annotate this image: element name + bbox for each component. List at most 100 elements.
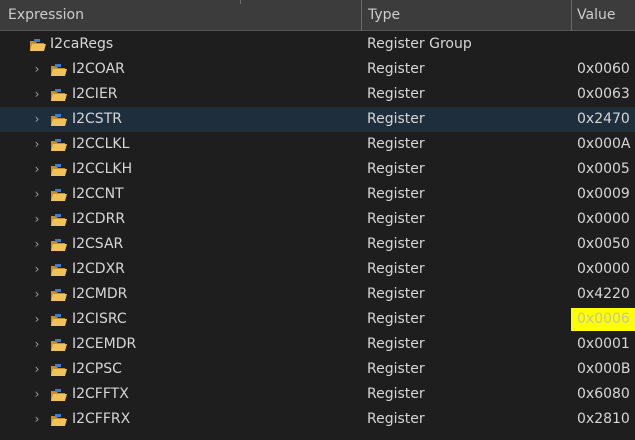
value-column-header[interactable]: Value <box>571 0 635 31</box>
group-type: Register Group <box>367 36 472 52</box>
register-row[interactable]: › I2CDXR Register 0x0000 <box>0 257 635 282</box>
register-name: I2CSAR <box>72 236 124 252</box>
register-row[interactable]: › I2CSTR Register 0x2470 <box>0 107 635 132</box>
register-type: Register <box>367 61 425 77</box>
register-value[interactable]: 0x0050 <box>577 232 630 257</box>
register-type: Register <box>367 411 425 427</box>
register-row[interactable]: › I2CFFRX Register 0x2810 <box>0 407 635 432</box>
register-type: Register <box>367 261 425 277</box>
register-name: I2CSTR <box>72 111 122 127</box>
register-row[interactable]: › I2CSAR Register 0x0050 <box>0 232 635 257</box>
register-value-changed[interactable]: 0x0006 <box>571 308 635 331</box>
register-value[interactable]: 0x0000 <box>577 257 630 282</box>
chevron-right-icon[interactable]: › <box>31 357 43 382</box>
group-row[interactable]: I2caRegs Register Group <box>0 32 635 57</box>
register-value[interactable]: 0x0000 <box>577 207 630 232</box>
chevron-right-icon[interactable]: › <box>31 57 43 82</box>
register-type: Register <box>367 211 425 227</box>
register-name: I2CCLKH <box>72 161 133 177</box>
register-type: Register <box>367 236 425 252</box>
chevron-right-icon[interactable]: › <box>31 382 43 407</box>
chevron-right-icon[interactable]: › <box>31 332 43 357</box>
register-name: I2CIER <box>72 86 118 102</box>
chevron-right-icon[interactable]: › <box>31 282 43 307</box>
register-type: Register <box>367 386 425 402</box>
register-row[interactable]: › I2CFFTX Register 0x6080 <box>0 382 635 407</box>
chevron-right-icon[interactable]: › <box>31 407 43 432</box>
column-divider[interactable] <box>240 0 241 4</box>
register-value[interactable]: 0x0060 <box>577 57 630 82</box>
folder-icon <box>29 37 47 52</box>
register-row[interactable]: › I2COAR Register 0x0060 <box>0 57 635 82</box>
register-value[interactable]: 0x4220 <box>577 282 630 307</box>
register-folder-icon <box>50 237 68 252</box>
register-name: I2CFFTX <box>72 386 129 402</box>
register-type: Register <box>367 311 425 327</box>
register-value[interactable]: 0x0063 <box>577 82 630 107</box>
register-type: Register <box>367 111 425 127</box>
register-folder-icon <box>50 137 68 152</box>
register-name: I2CFFRX <box>72 411 131 427</box>
register-row[interactable]: › I2CISRC Register 0x0006 <box>0 307 635 332</box>
register-folder-icon <box>50 412 68 427</box>
chevron-right-icon[interactable]: › <box>31 132 43 157</box>
register-row[interactable]: › I2CEMDR Register 0x0001 <box>0 332 635 357</box>
register-name: I2CPSC <box>72 361 122 377</box>
register-type: Register <box>367 86 425 102</box>
chevron-right-icon[interactable]: › <box>31 82 43 107</box>
register-folder-icon <box>50 212 68 227</box>
register-name: I2CCNT <box>72 186 124 202</box>
register-row[interactable]: › I2CCNT Register 0x0009 <box>0 182 635 207</box>
register-folder-icon <box>50 287 68 302</box>
chevron-right-icon[interactable]: › <box>31 207 43 232</box>
expression-column-header[interactable]: Expression <box>0 0 361 31</box>
register-type: Register <box>367 336 425 352</box>
register-name: I2CEMDR <box>72 336 137 352</box>
type-column-header[interactable]: Type <box>361 0 571 31</box>
register-row[interactable]: › I2CMDR Register 0x4220 <box>0 282 635 307</box>
register-folder-icon <box>50 162 68 177</box>
register-value[interactable]: 0x000B <box>577 357 631 382</box>
register-folder-icon <box>50 387 68 402</box>
chevron-right-icon[interactable]: › <box>31 257 43 282</box>
expressions-panel: Expression Type Value I2caRegs Register … <box>0 0 635 440</box>
register-name: I2CDXR <box>72 261 125 277</box>
register-name: I2CMDR <box>72 286 128 302</box>
register-row[interactable]: › I2CCLKL Register 0x000A <box>0 132 635 157</box>
group-name: I2caRegs <box>50 36 114 52</box>
chevron-right-icon[interactable]: › <box>31 182 43 207</box>
register-value[interactable]: 0x2470 <box>577 107 630 132</box>
register-type: Register <box>367 136 425 152</box>
register-name: I2COAR <box>72 61 125 77</box>
register-name: I2CDRR <box>72 211 126 227</box>
register-folder-icon <box>50 187 68 202</box>
register-folder-icon <box>50 337 68 352</box>
register-value[interactable]: 0x0001 <box>577 332 630 357</box>
register-type: Register <box>367 161 425 177</box>
register-value[interactable]: 0x2810 <box>577 407 630 432</box>
chevron-right-icon[interactable]: › <box>31 107 43 132</box>
register-row[interactable]: › I2CIER Register 0x0063 <box>0 82 635 107</box>
register-type: Register <box>367 286 425 302</box>
register-name: I2CCLKL <box>72 136 130 152</box>
register-value[interactable]: 0x0009 <box>577 182 630 207</box>
register-row[interactable]: › I2CPSC Register 0x000B <box>0 357 635 382</box>
expression-tree: I2caRegs Register Group › I2COAR Register 0… <box>0 32 635 432</box>
register-folder-icon <box>50 362 68 377</box>
register-value[interactable]: 0x0005 <box>577 157 630 182</box>
register-row[interactable]: › I2CCLKH Register 0x0005 <box>0 157 635 182</box>
register-value[interactable]: 0x6080 <box>577 382 630 407</box>
register-type: Register <box>367 361 425 377</box>
register-folder-icon <box>50 87 68 102</box>
chevron-right-icon[interactable]: › <box>31 157 43 182</box>
register-folder-icon <box>50 262 68 277</box>
register-folder-icon <box>50 112 68 127</box>
register-folder-icon <box>50 312 68 327</box>
register-name: I2CISRC <box>72 311 127 327</box>
column-header: Expression Type Value <box>0 0 635 31</box>
register-value[interactable]: 0x000A <box>577 132 631 157</box>
chevron-right-icon[interactable]: › <box>31 232 43 257</box>
chevron-right-icon[interactable]: › <box>31 307 43 332</box>
register-row[interactable]: › I2CDRR Register 0x0000 <box>0 207 635 232</box>
register-type: Register <box>367 186 425 202</box>
